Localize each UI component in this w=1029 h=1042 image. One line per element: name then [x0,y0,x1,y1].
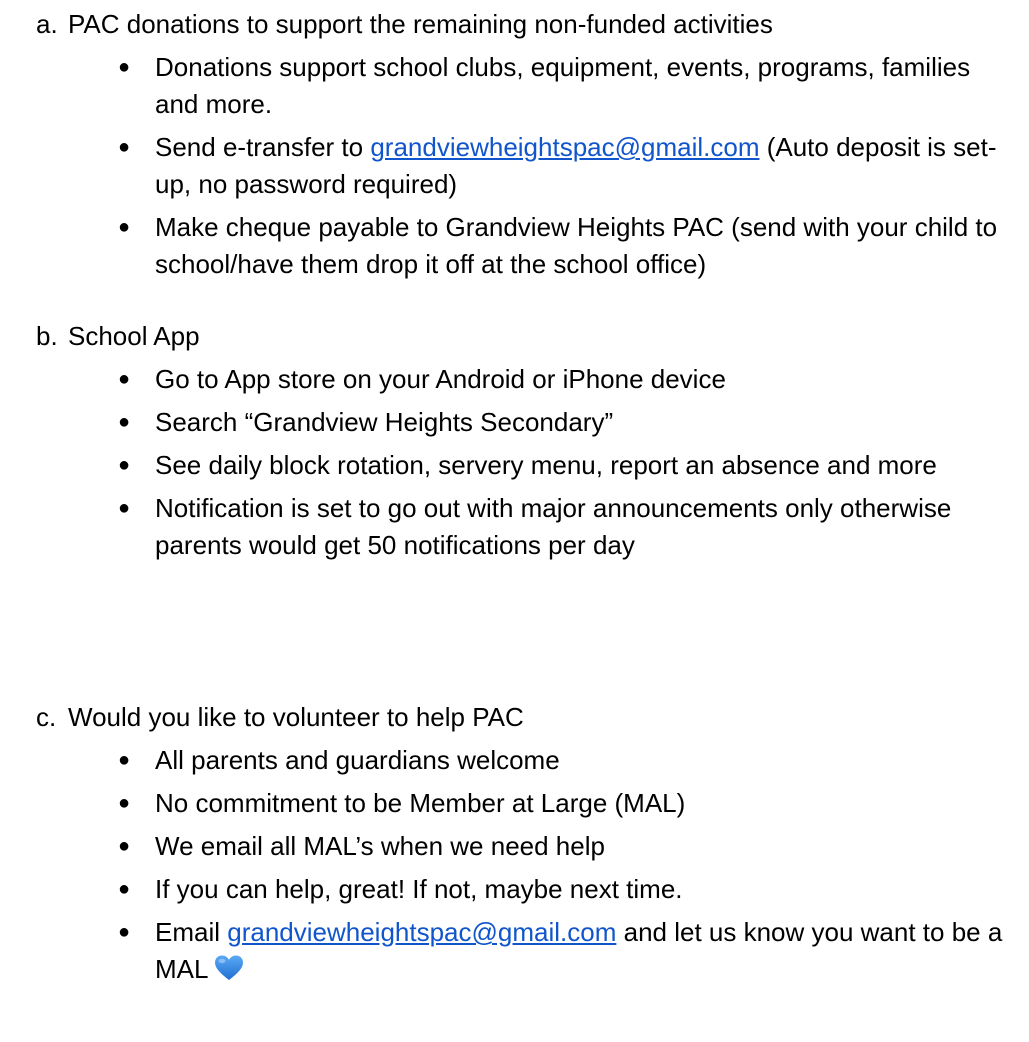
list-item: ● Go to App store on your Android or iPh… [0,361,1015,398]
bullet-icon: ● [118,497,131,519]
list-item: ● See daily block rotation, servery menu… [0,447,1015,484]
bullet-list: ● All parents and guardians welcome ● No… [0,742,1029,988]
list-item: ● Make cheque payable to Grandview Heigh… [0,209,1015,283]
blue-heart-icon [214,954,244,982]
list-marker: b. [36,321,58,351]
list-item-text: See daily block rotation, servery menu, … [155,450,937,480]
list-item: ● If you can help, great! If not, maybe … [0,871,1015,908]
list-item-text: No commitment to be Member at Large (MAL… [155,788,686,818]
bullet-icon: ● [118,921,131,943]
list-item: ● Email grandviewheightspac@gmail.com an… [0,914,1015,988]
bullet-icon: ● [118,749,131,771]
section-volunteer: c. Would you like to volunteer to help P… [0,693,1029,988]
section-heading: b. School App [0,318,1029,355]
list-item-text: We email all MAL’s when we need help [155,831,605,861]
bullet-icon: ● [118,368,131,390]
section-heading: a. PAC donations to support the remainin… [0,6,1029,43]
bullet-icon: ● [118,792,131,814]
email-link[interactable]: grandviewheightspac@gmail.com [370,132,759,162]
list-item: ● Search “Grandview Heights Secondary” [0,404,1015,441]
bullet-icon: ● [118,216,131,238]
section-heading: c. Would you like to volunteer to help P… [0,699,1029,736]
list-item: ● No commitment to be Member at Large (M… [0,785,1015,822]
list-item: ● Notification is set to go out with maj… [0,490,1015,564]
list-item: ● Donations support school clubs, equipm… [0,49,1015,123]
bullet-icon: ● [118,56,131,78]
bullet-list: ● Go to App store on your Android or iPh… [0,361,1029,564]
bullet-icon: ● [118,454,131,476]
bullet-icon: ● [118,136,131,158]
section-pac-donations: a. PAC donations to support the remainin… [0,0,1029,283]
list-item-text: Notification is set to go out with major… [155,493,952,560]
list-item-text-pre: Send e-transfer to [155,132,371,162]
list-item: ● All parents and guardians welcome [0,742,1015,779]
list-item-text: All parents and guardians welcome [155,745,560,775]
section-title: PAC donations to support the remaining n… [68,9,773,39]
list-marker: c. [36,702,57,732]
bullet-icon: ● [118,835,131,857]
bullet-icon: ● [118,878,131,900]
bullet-list: ● Donations support school clubs, equipm… [0,49,1029,283]
list-item-text: Donations support school clubs, equipmen… [155,52,971,119]
section-title: School App [68,321,200,351]
bullet-icon: ● [118,411,131,433]
list-item-text-pre: Email [155,917,228,947]
section-title: Would you like to volunteer to help PAC [68,702,524,732]
list-item: ● We email all MAL’s when we need help [0,828,1015,865]
list-item-text: Make cheque payable to Grandview Heights… [155,212,998,279]
list-marker: a. [36,9,58,39]
email-link[interactable]: grandviewheightspac@gmail.com [227,917,616,947]
list-item-text: If you can help, great! If not, maybe ne… [155,874,683,904]
list-item-text: Go to App store on your Android or iPhon… [155,364,726,394]
section-school-app: b. School App ● Go to App store on your … [0,312,1029,564]
list-item-text: Search “Grandview Heights Secondary” [155,407,614,437]
list-item: ● Send e-transfer to grandviewheightspac… [0,129,1015,203]
